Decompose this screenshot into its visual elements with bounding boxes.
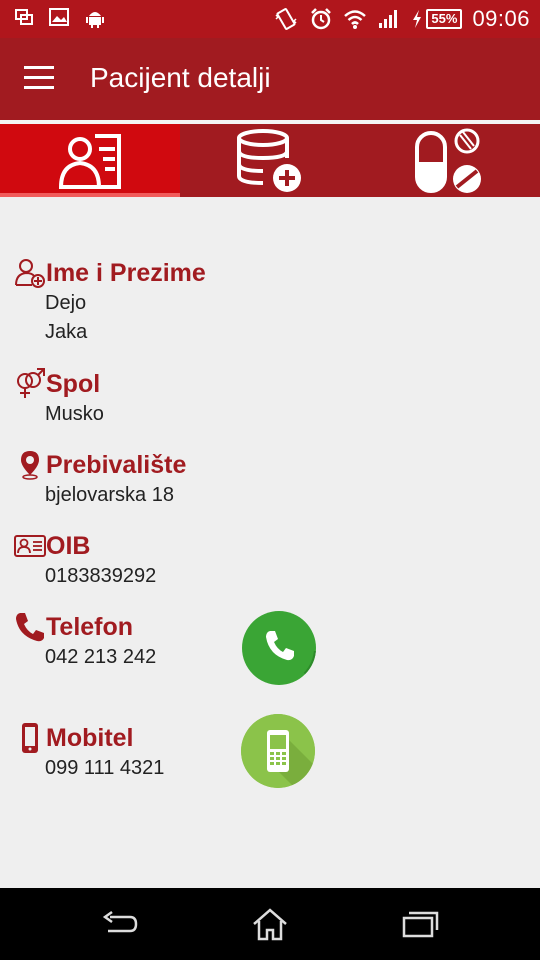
android-icon (86, 12, 104, 28)
status-bar: 55% 09:06 (0, 0, 540, 38)
app-bar: Pacijent detalji (0, 38, 540, 120)
phone-call-icon (244, 613, 316, 685)
battery-level: 55% (426, 9, 463, 29)
patient-details: Ime i Prezime Dejo Jaka Spol Musko Prebi… (0, 197, 540, 887)
gender-field: Spol Musko (14, 368, 104, 429)
oib-field: OIB 0183839292 (14, 530, 156, 591)
tab-patient-details[interactable] (0, 124, 180, 197)
first-name-value: Dejo (45, 292, 87, 314)
id-card-icon (14, 535, 46, 557)
recents-button[interactable] (400, 906, 440, 942)
clock: 09:06 (472, 6, 530, 31)
page-title: Pacijent detalji (90, 62, 271, 93)
residence-label: Prebivalište (46, 450, 187, 479)
back-button[interactable] (100, 906, 140, 942)
mobile-value: 099 111 4321 (45, 757, 165, 779)
patient-card-icon (58, 133, 121, 189)
call-mobile-button[interactable] (241, 714, 315, 788)
mobile-field: Mobitel 099 111 4321 (14, 722, 164, 783)
gender-value: Musko (45, 403, 104, 425)
image-icon (49, 8, 69, 26)
mobile-phone-icon (22, 723, 38, 753)
database-add-icon (237, 128, 301, 192)
location-pin-icon (21, 451, 39, 480)
residence-field: Prebivalište bjelovarska 18 (14, 449, 186, 510)
last-name-value: Jaka (45, 321, 88, 343)
tab-medication[interactable] (360, 124, 540, 197)
name-label: Ime i Prezime (46, 258, 206, 287)
smartphone-icon (241, 714, 315, 788)
signal-icon (379, 10, 398, 28)
oib-value: 0183839292 (45, 565, 157, 587)
mobile-label: Mobitel (46, 723, 134, 752)
person-add-icon (15, 259, 45, 288)
pills-icon (415, 128, 481, 193)
back-icon (102, 910, 138, 933)
home-icon (253, 908, 287, 941)
residence-value: bjelovarska 18 (45, 484, 174, 506)
wifi-icon (344, 10, 367, 29)
phone-value: 042 213 242 (45, 646, 157, 668)
screen-icon (15, 9, 33, 25)
home-button[interactable] (250, 906, 290, 942)
phone-field: Telefon 042 213 242 (14, 611, 156, 672)
charging-icon (413, 10, 422, 28)
recents-icon (402, 911, 439, 938)
alarm-icon (311, 8, 332, 30)
gender-icon (17, 368, 45, 398)
gender-label: Spol (46, 369, 101, 398)
call-phone-button[interactable] (242, 611, 316, 685)
phone-icon (16, 613, 44, 642)
phone-label: Telefon (46, 612, 134, 641)
hamburger-menu-icon[interactable] (24, 66, 58, 92)
oib-label: OIB (46, 531, 91, 560)
tab-records[interactable] (180, 124, 360, 197)
navigation-bar (0, 888, 540, 960)
vibrate-icon (275, 8, 297, 30)
battery-indicator: 55% (411, 9, 463, 29)
tab-bar (0, 124, 540, 197)
name-field: Ime i Prezime Dejo Jaka (14, 257, 206, 347)
